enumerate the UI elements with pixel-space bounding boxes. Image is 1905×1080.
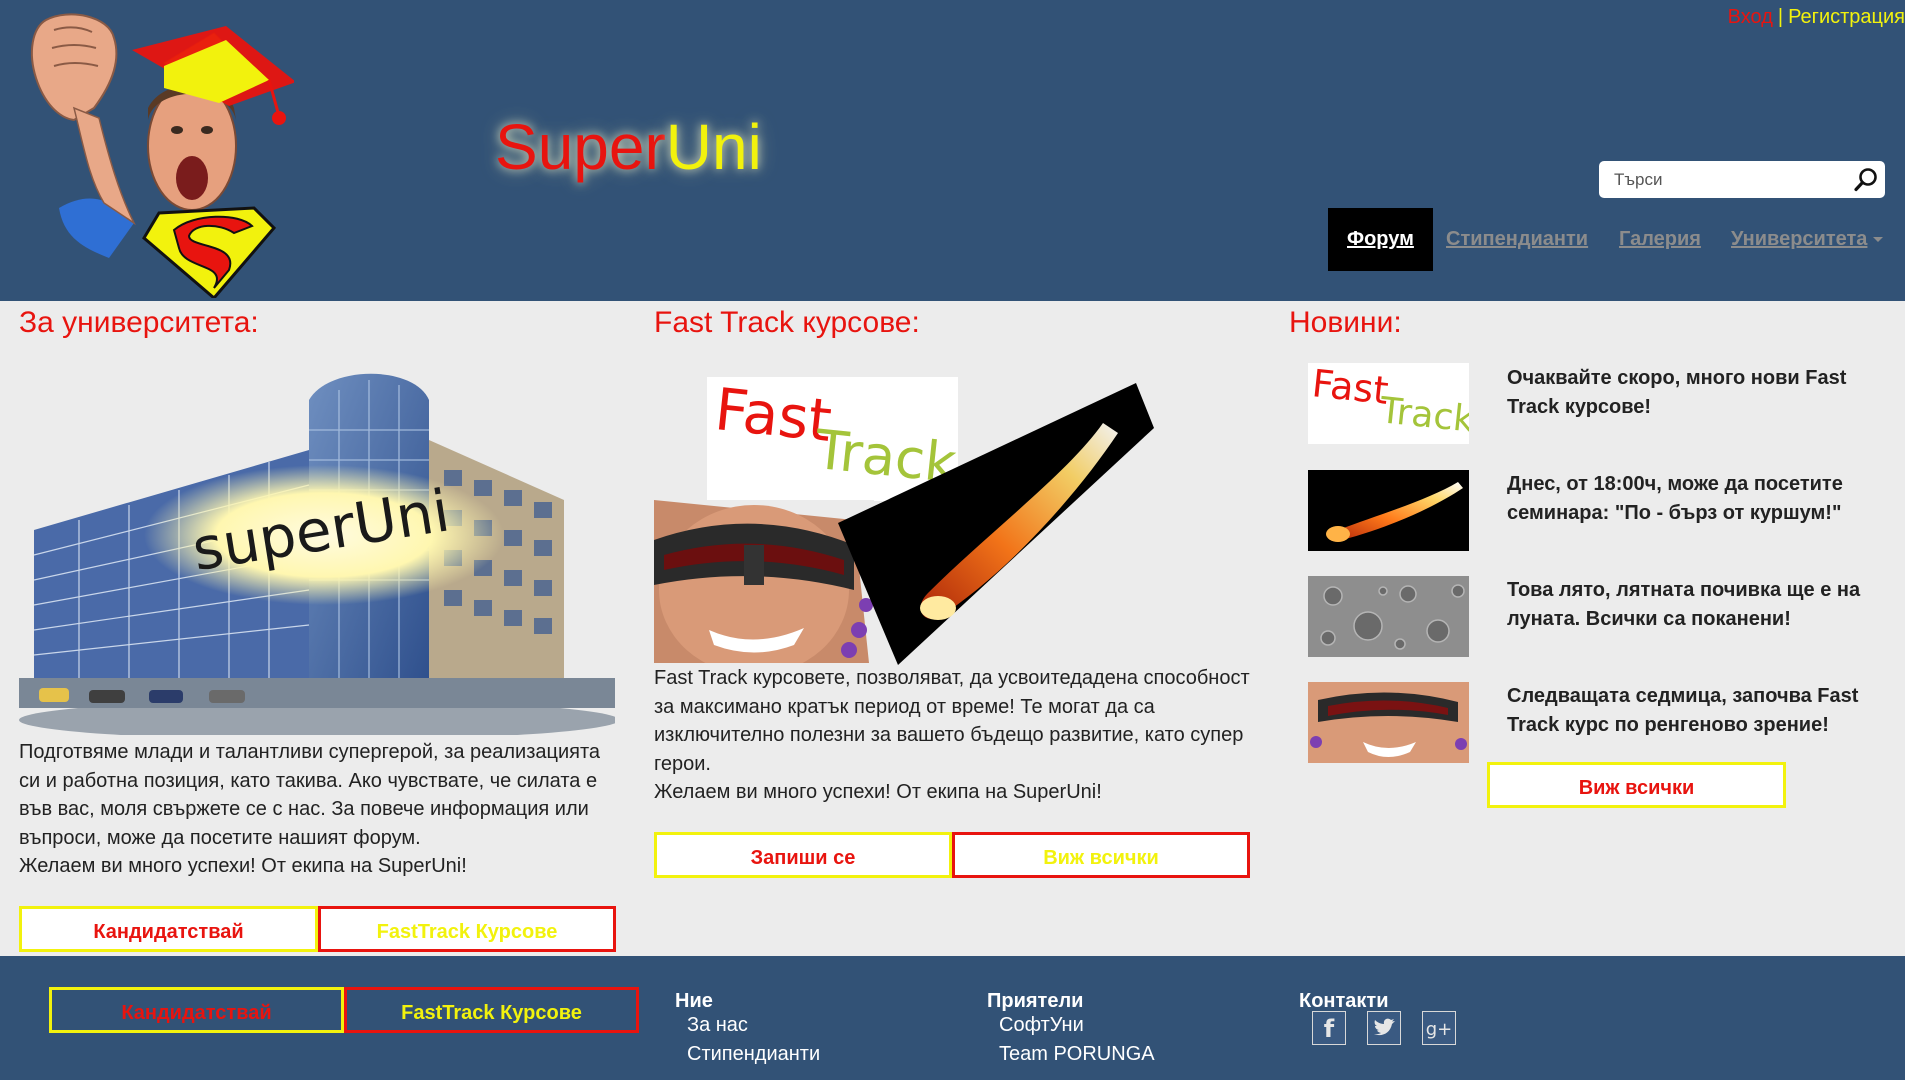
news-item-4-line: Track курс по ренгеново зрение! [1507,713,1829,736]
university-building-image[interactable]: superUni [19,360,615,735]
about-text-line: въпроси, може да посетите нашият форум. [19,826,421,849]
about-text-line: си и работна позиция, като такива. Ако ч… [19,769,598,792]
fasttrack-text-line: за максимано кратък период от време! Те … [654,695,1155,718]
news-item-2-line: Днес, от 18:00ч, може да посетите [1507,473,1843,495]
fasttrack-text-line: Желаем ви много успехи! От екипа на Supe… [654,781,1102,803]
view-all-courses-button[interactable]: Виж всички [952,832,1250,878]
footer-link-scholars[interactable]: Стипендианти [687,1043,820,1066]
fasttrack-text: Fast Track курсовете, позволяват, да усв… [654,664,1274,807]
auth-separator: | [1777,6,1784,28]
news-item-3-line: луната. Всички са поканени! [1507,607,1791,630]
nav-item-scholars-label: Стипендианти [1446,228,1589,250]
facebook-icon-glyph: f [1324,1015,1335,1043]
news-item-1-text[interactable]: Очаквайте скоро, много нови Fast Track к… [1507,364,1877,421]
footer-contacts-title: Контакти [1299,990,1389,1012]
site-title[interactable]: SuperUni [495,110,762,184]
twitter-icon[interactable] [1367,1011,1401,1045]
footer-fasttrack-button[interactable]: FastTrack Курсове [344,987,639,1033]
news-item-2-line: семинара: "По - бърз от куршум!" [1507,501,1842,524]
site-title-super: Super [495,111,666,183]
fasttrack-courses-button[interactable]: FastTrack Курсове [318,906,616,952]
nav-item-scholars[interactable]: Стипендианти [1446,208,1588,271]
news-item-1-line: Очаквайте скоро, много нови Fast [1507,367,1847,389]
moon-thumb[interactable] [1308,576,1469,657]
site-title-uni: Uni [665,111,762,183]
meteor-image[interactable] [838,383,1154,665]
nav-item-university[interactable]: Университета [1731,208,1884,271]
google-plus-icon[interactable]: g+ [1422,1011,1456,1045]
news-item-3-line: Това лято, лятната почивка ще е на [1507,579,1861,601]
news-thumb-fast: Fast [1309,363,1391,413]
nav-item-forum-label: Форум [1347,228,1414,250]
about-text: Подготвяме млади и талантливи супергерой… [19,738,619,881]
nav-item-forum[interactable]: Форум [1328,208,1433,271]
nav-item-gallery-label: Галерия [1619,228,1701,250]
visor-man-thumb[interactable] [1308,682,1469,763]
meteor-thumb[interactable] [1308,470,1469,551]
superhero-logo-image[interactable] [14,8,294,298]
apply-button[interactable]: Кандидатствай [19,906,318,952]
about-title: За университета: [19,306,259,339]
news-title: Новини: [1289,306,1402,339]
fasttrack-text-line: изключително полезни за вашето бъдещо ра… [654,724,1244,746]
news-item-4-line: Следващата седмица, започва Fast [1507,685,1859,707]
news-item-1-line: Track курсове! [1507,395,1652,418]
fasttrack-title: Fast Track курсове: [654,306,920,339]
about-text-line: във вас, моля свържете се с нас. За пове… [19,798,589,820]
auth-links: Вход | Регистрация [1728,6,1905,29]
search-input[interactable] [1599,161,1854,198]
register-link[interactable]: Регистрация [1788,6,1905,28]
fasttrack-text-line: герои. [654,752,711,775]
view-all-news-button[interactable]: Виж всички [1487,762,1786,808]
search-box [1599,161,1885,198]
footer-apply-button[interactable]: Кандидатствай [49,987,344,1033]
nav-item-university-label: Университета [1731,228,1868,250]
news-item-2-text[interactable]: Днес, от 18:00ч, може да посетите семина… [1507,470,1877,527]
news-item-4-text[interactable]: Следващата седмица, започва Fast Track к… [1507,682,1877,739]
fasttrack-logo-thumb[interactable]: Fast Track [1308,363,1469,444]
nav-item-gallery[interactable]: Галерия [1619,208,1701,271]
chevron-down-icon [1873,237,1884,243]
footer-link-softuni[interactable]: СофтУни [999,1014,1084,1037]
about-text-line: Подготвяме млади и талантливи супергерой… [19,741,601,763]
facebook-icon[interactable]: f [1312,1011,1346,1045]
header: SuperUni Вход|Регистрация Форум Стипенди… [0,0,1905,301]
footer-link-team-porunga[interactable]: Team PORUNGA [999,1043,1155,1066]
enroll-button[interactable]: Запиши се [654,832,952,878]
about-text-line: Желаем ви много успехи! От екипа на Supe… [19,855,467,877]
login-link[interactable]: Вход [1728,6,1773,28]
footer-friends-title: Приятели [987,990,1084,1012]
fasttrack-text-line: Fast Track курсовете, позволяват, да усв… [654,667,1250,689]
news-item-3-text[interactable]: Това лято, лятната почивка ще е на лунат… [1507,576,1877,633]
news-thumb-track: Track [1378,390,1469,441]
footer-link-about[interactable]: За нас [687,1014,748,1037]
search-icon[interactable] [1853,167,1879,193]
google-plus-icon-glyph: g+ [1426,1019,1453,1040]
footer-us-title: Ние [675,990,713,1012]
